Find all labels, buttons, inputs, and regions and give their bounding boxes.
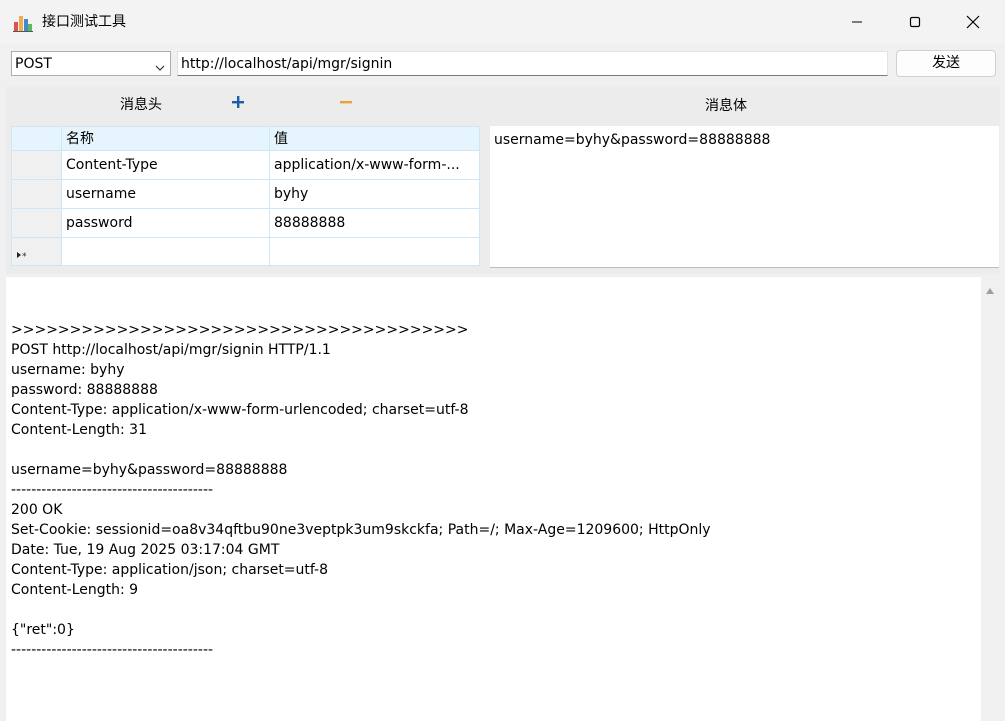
log-line: {"ret":0} [11,622,75,638]
log-text: >>>>>>>>>>>>>>>>>>>>>>>>>>>>>>>>>>>>>>> … [11,320,711,660]
title-bar[interactable]: 接口测试工具 [0,0,1005,44]
new-row[interactable]: * [12,238,479,265]
close-icon [966,15,980,29]
header-name-cell[interactable]: password [62,209,270,237]
header-name-cell[interactable]: username [62,180,270,208]
headers-grid[interactable]: 名称 值 Content-Type application/x-www-form… [11,126,480,266]
new-row-header-cell[interactable]: * [12,238,62,265]
column-header-value[interactable]: 值 [270,127,479,150]
grid-header-row: 名称 值 [12,127,479,151]
row-header-cell[interactable] [12,151,62,179]
method-value: POST [15,56,52,72]
maximize-button[interactable] [886,0,944,44]
log-output[interactable]: >>>>>>>>>>>>>>>>>>>>>>>>>>>>>>>>>>>>>>> … [6,277,981,721]
log-line: >>>>>>>>>>>>>>>>>>>>>>>>>>>>>>>>>>>>>>> [11,322,469,338]
body-input[interactable]: username=byhy&password=88888888 [490,126,999,268]
log-line: Date: Tue, 19 Aug 2025 03:17:04 GMT [11,542,280,558]
method-select[interactable]: POST [11,51,171,76]
header-value-cell[interactable]: application/x-www-form-... [270,151,479,179]
minimize-button[interactable] [828,0,886,44]
headers-label: 消息头 [120,97,162,113]
app-window: 接口测试工具 POST 发送 消息头 [0,0,1005,721]
log-line: Content-Length: 9 [11,582,139,598]
log-line: POST http://localhost/api/mgr/signin HTT… [11,342,331,358]
header-value-cell[interactable]: 88888888 [270,209,479,237]
new-name-cell[interactable] [62,238,270,265]
log-line: password: 88888888 [11,382,158,398]
minimize-icon [851,16,863,28]
plus-icon [231,95,245,113]
log-line: Set-Cookie: sessionid=oa8v34qftbu90ne3ve… [11,522,711,538]
table-row[interactable]: password 88888888 [12,209,479,238]
remove-header-button[interactable] [337,94,355,114]
close-button[interactable] [944,0,1002,44]
log-line: Content-Type: application/json; charset=… [11,562,329,578]
header-name-cell[interactable]: Content-Type [62,151,270,179]
scroll-up-icon[interactable] [985,283,995,299]
new-value-cell[interactable] [270,238,479,265]
header-value-cell[interactable]: byhy [270,180,479,208]
body-label: 消息体 [705,98,747,114]
new-row-marker-icon: * [16,247,32,263]
table-row[interactable]: Content-Type application/x-www-form-... [12,151,479,180]
log-line: Content-Type: application/x-www-form-url… [11,402,469,418]
row-header-cell[interactable] [12,209,62,237]
minus-icon [339,95,353,113]
add-header-button[interactable] [229,94,247,114]
log-line: Content-Length: 31 [11,422,148,438]
grid-corner-cell [12,127,62,150]
column-header-name[interactable]: 名称 [62,127,270,150]
log-line: 200 OK [11,502,63,518]
chevron-down-icon [155,60,165,76]
log-line: username: byhy [11,362,125,378]
log-line: username=byhy&password=88888888 [11,462,288,478]
log-line: ---------------------------------------- [11,482,214,498]
send-button[interactable]: 发送 [896,50,996,77]
maximize-icon [909,16,921,28]
log-line: ---------------------------------------- [11,642,214,658]
table-row[interactable]: username byhy [12,180,479,209]
url-input[interactable] [177,51,888,76]
svg-text:*: * [22,252,27,259]
log-scrollbar[interactable] [981,277,999,721]
row-header-cell[interactable] [12,180,62,208]
window-title: 接口测试工具 [42,14,126,30]
bar-chart-icon [13,12,33,32]
